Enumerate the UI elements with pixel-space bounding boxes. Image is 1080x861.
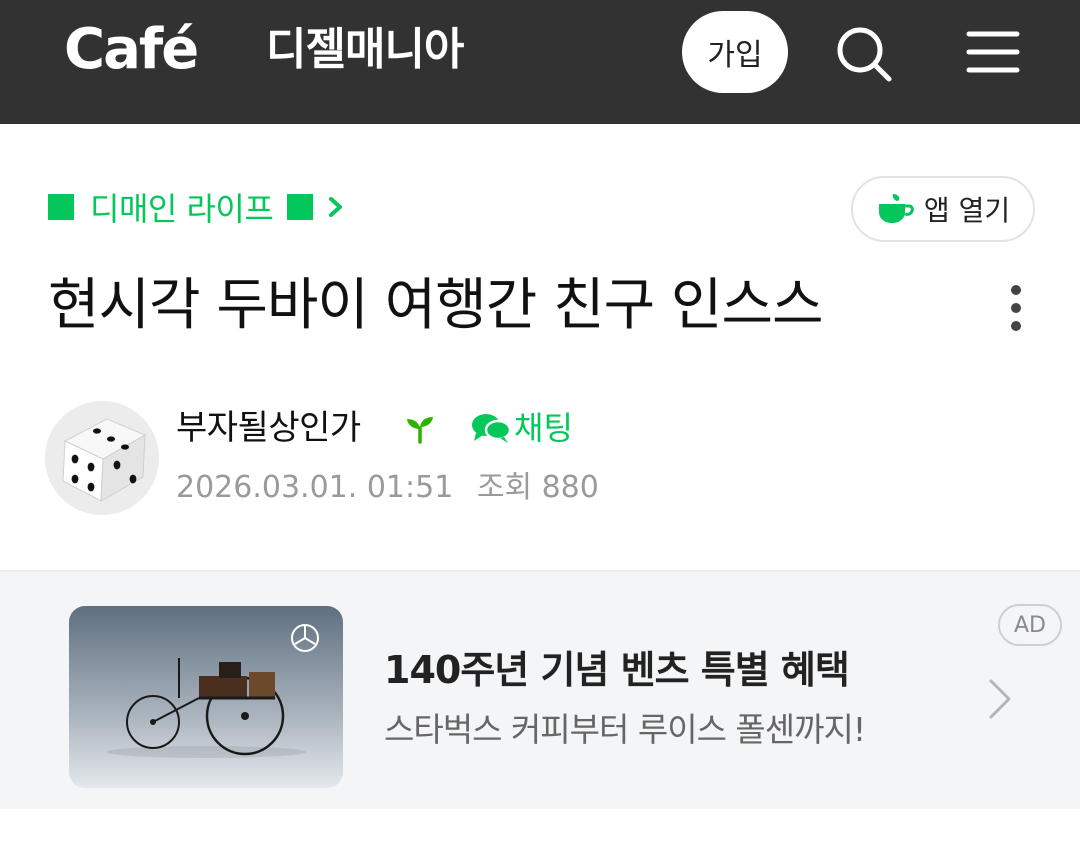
menu-icon[interactable] <box>966 28 1020 76</box>
more-vertical-icon[interactable] <box>1004 282 1028 334</box>
post-meta: 2026.03.01. 01:51 조회 880 <box>176 466 599 510</box>
ad-description[interactable]: 스타벅스 커피부터 루이스 폴센까지! <box>384 706 866 754</box>
post-datetime: 2026.03.01. 01:51 <box>176 470 454 505</box>
top-bar: Café 디젤매니아 가입 <box>0 0 1080 124</box>
search-icon[interactable] <box>834 24 894 84</box>
dice-avatar <box>45 401 159 515</box>
board-name: 디매인 라이프 <box>90 190 274 228</box>
ad-banner[interactable]: 140주년 기념 벤츠 특별 혜택 스타벅스 커피부터 루이스 폴센까지! AD <box>0 570 1080 809</box>
avatar[interactable] <box>45 401 159 515</box>
sprout-icon <box>407 417 433 444</box>
ad-badge[interactable]: AD <box>998 604 1062 646</box>
app-open-label: 앱 열기 <box>923 194 1011 227</box>
breadcrumb[interactable]: 디매인 라이프 <box>48 185 345 229</box>
cup-icon <box>878 194 914 223</box>
chevron-right-icon[interactable] <box>986 676 1014 722</box>
author-name[interactable]: 부자될상인가 <box>176 404 361 452</box>
cafe-name[interactable]: 디젤매니아 <box>266 22 464 78</box>
square-bullet-icon <box>48 194 74 220</box>
app-open-button[interactable]: 앱 열기 <box>851 176 1035 242</box>
chevron-right-icon <box>329 197 343 217</box>
ad-title[interactable]: 140주년 기념 벤츠 특별 혜택 <box>384 644 850 696</box>
post-title: 현시각 두바이 여행간 친구 인스스 <box>48 273 823 338</box>
chat-icon <box>472 414 512 443</box>
join-button[interactable]: 가입 <box>682 11 788 93</box>
square-bullet-icon <box>287 194 314 220</box>
view-count: 조회 880 <box>476 470 599 505</box>
chat-button[interactable]: 채팅 <box>470 404 573 452</box>
cafe-logo[interactable]: Café <box>64 18 199 82</box>
ad-image-car[interactable] <box>69 606 343 788</box>
chat-label: 채팅 <box>514 409 573 447</box>
